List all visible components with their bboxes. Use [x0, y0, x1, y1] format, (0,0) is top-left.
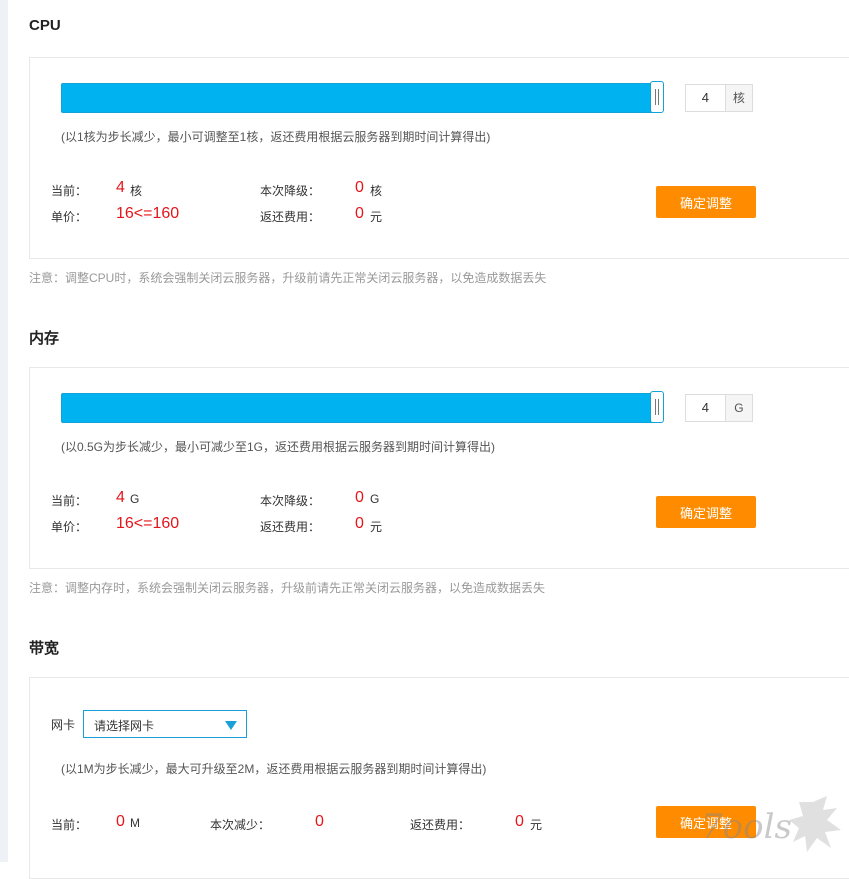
cpu-number-value[interactable]: 4 [686, 85, 725, 111]
memory-slider-track[interactable] [61, 393, 656, 423]
memory-number-unit: G [724, 395, 752, 421]
nic-select[interactable]: 请选择网卡 [83, 710, 247, 738]
cpu-price-label: 单价： [51, 210, 88, 224]
memory-current-unit: G [130, 492, 140, 506]
cpu-current-label: 当前： [51, 184, 88, 198]
cpu-note: 注意：调整CPU时，系统会强制关闭云服务器，升级前请先正常关闭云服务器，以免造成… [29, 271, 547, 285]
memory-reduce-label: 本次降级： [260, 494, 321, 508]
cpu-hint: (以1核为步长减少，最小可调整至1核，返还费用根据云服务器到期时间计算得出) [61, 130, 491, 144]
cpu-slider-handle[interactable] [650, 81, 664, 113]
cpu-panel: 4 核 (以1核为步长减少，最小可调整至1核，返还费用根据云服务器到期时间计算得… [29, 57, 849, 259]
tools-watermark-logo: 7ools [701, 796, 841, 852]
cpu-confirm-button[interactable]: 确定调整 [656, 186, 756, 218]
memory-current-value: 4 [116, 489, 125, 506]
bandwidth-current-value: 0 [116, 813, 125, 830]
memory-number-input[interactable]: 4 G [685, 394, 753, 422]
cpu-number-input[interactable]: 4 核 [685, 84, 753, 112]
memory-section-title: 内存 [29, 330, 60, 347]
memory-refund-unit: 元 [370, 520, 383, 534]
cpu-current-value: 4 [116, 179, 125, 196]
left-sidebar-edge [0, 0, 8, 862]
memory-note: 注意：调整内存时，系统会强制关闭云服务器，升级前请先正常关闭云服务器，以免造成数… [29, 581, 546, 595]
cpu-section-title: CPU [29, 17, 61, 34]
bandwidth-section-title: 带宽 [29, 640, 60, 657]
memory-refund-value: 0 [355, 515, 364, 532]
bandwidth-reduce-value: 0 [315, 813, 324, 830]
bandwidth-refund-label: 返还费用： [410, 818, 471, 832]
cpu-number-unit: 核 [724, 85, 752, 111]
cpu-price-value: 16<=160 [116, 205, 180, 222]
cpu-reduce-unit: 核 [370, 184, 383, 198]
bandwidth-current-label: 当前： [51, 818, 88, 832]
memory-price-value: 16<=160 [116, 515, 180, 532]
cpu-reduce-value: 0 [355, 179, 364, 196]
bandwidth-current-unit: M [130, 816, 140, 830]
memory-number-value[interactable]: 4 [686, 395, 725, 421]
nic-label: 网卡 [51, 718, 76, 732]
cpu-current-unit: 核 [130, 184, 143, 198]
memory-current-label: 当前： [51, 494, 88, 508]
memory-refund-label: 返还费用： [260, 520, 321, 534]
nic-select-value: 请选择网卡 [94, 719, 155, 733]
chevron-down-icon[interactable] [225, 721, 237, 730]
memory-panel: 4 G (以0.5G为步长减少，最小可减少至1G，返还费用根据云服务器到期时间计… [29, 367, 849, 569]
memory-reduce-value: 0 [355, 489, 364, 506]
bandwidth-refund-value: 0 [515, 813, 524, 830]
memory-hint: (以0.5G为步长减少，最小可减少至1G，返还费用根据云服务器到期时间计算得出) [61, 440, 496, 454]
cpu-refund-label: 返还费用： [260, 210, 321, 224]
bandwidth-hint: (以1M为步长减少，最大可升级至2M，返还费用根据云服务器到期时间计算得出) [61, 762, 487, 776]
svg-text:7ools: 7ools [701, 807, 792, 847]
memory-confirm-button[interactable]: 确定调整 [656, 496, 756, 528]
cpu-reduce-label: 本次降级： [260, 184, 321, 198]
memory-slider-handle[interactable] [650, 391, 664, 423]
cpu-refund-value: 0 [355, 205, 364, 222]
memory-price-label: 单价： [51, 520, 88, 534]
memory-reduce-unit: G [370, 492, 380, 506]
bandwidth-refund-unit: 元 [530, 818, 543, 832]
cpu-refund-unit: 元 [370, 210, 383, 224]
cpu-slider-track[interactable] [61, 83, 656, 113]
bandwidth-reduce-label: 本次减少： [210, 818, 271, 832]
